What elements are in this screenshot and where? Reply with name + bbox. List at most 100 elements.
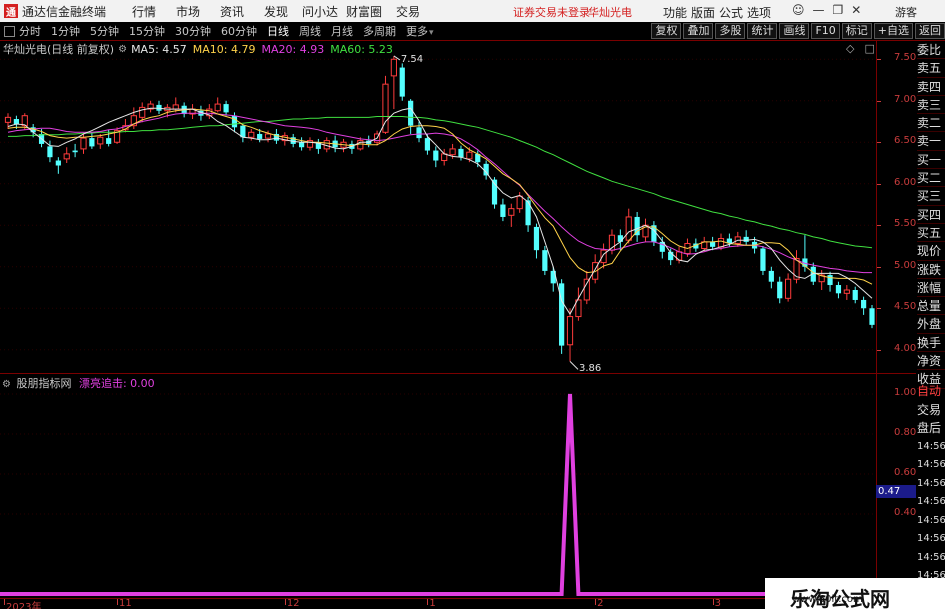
menu-item-ask[interactable]: 问小达 [298, 3, 342, 20]
candlestick-chart[interactable] [0, 41, 876, 373]
period-tab[interactable]: 日线 [267, 23, 289, 39]
user-icon[interactable]: ☺ [792, 3, 805, 17]
candle-body-up [248, 131, 255, 138]
price-tick-mark [877, 308, 881, 310]
menu-item-formula[interactable]: 公式 [718, 4, 744, 21]
trade-label[interactable]: 自动 [917, 382, 945, 401]
period-tab[interactable]: 5分钟 [90, 23, 119, 39]
price-tick-mark [877, 349, 881, 351]
date-tick: 2 [597, 598, 604, 609]
period-tab[interactable]: 月线 [331, 23, 353, 39]
menu-item-wealth[interactable]: 财富圈 [342, 3, 386, 20]
quote-field-label[interactable]: 卖五 [917, 59, 945, 78]
candle-body-down [408, 100, 414, 126]
period-tab[interactable]: 30分钟 [175, 23, 211, 39]
ma60-label: MA60: 5.23 [330, 42, 393, 56]
guest-label[interactable]: 游客 [895, 4, 917, 20]
toolbar-button[interactable]: 叠加 [683, 23, 714, 39]
trade-time[interactable]: 14:56 [917, 512, 945, 531]
quote-field-label[interactable]: 买三 [917, 187, 945, 206]
date-tick: 12 [286, 598, 300, 609]
stock-period-label[interactable]: 华灿光电(日线 前复权) [3, 41, 114, 57]
indicator-chart[interactable] [0, 374, 876, 598]
menu-item-news[interactable]: 资讯 [210, 3, 254, 20]
price-tick: 5.50 [894, 218, 917, 230]
menu-item-layout[interactable]: 版面 [690, 4, 716, 21]
period-tab[interactable]: 更多 [406, 23, 434, 39]
trade-time[interactable]: 14:56 [917, 456, 945, 475]
candle-body-down [542, 250, 548, 271]
toolbar-button[interactable]: 多股 [715, 23, 746, 39]
trade-time[interactable]: 14:56 [917, 549, 945, 568]
settings-icon[interactable]: ⚙ [118, 44, 127, 55]
menu-item-market[interactable]: 市场 [166, 3, 210, 20]
trade-time[interactable]: 14:56 [917, 530, 945, 549]
quote-field-label[interactable]: 卖一 [917, 132, 945, 151]
quote-field-label[interactable]: 涨跌 [917, 261, 945, 279]
toolbar-button[interactable]: 画线 [779, 23, 810, 39]
trade-sidebar: 自动 交易 盘后 14:56 14:56 14:56 14:56 14:56 14:56 14:5… [917, 382, 945, 586]
quote-field-label[interactable]: 买五 [917, 224, 945, 243]
period-tab[interactable]: 分时 [19, 23, 41, 39]
quote-field-label[interactable]: 卖四 [917, 78, 945, 96]
candle-body-down [106, 138, 112, 144]
maximize-icon[interactable]: □ [864, 42, 874, 55]
trade-login-status[interactable]: 证券交易未登录 [513, 4, 590, 20]
quote-field-label[interactable]: 净资 [917, 352, 945, 371]
toolbar-button[interactable]: 统计 [747, 23, 778, 39]
watermark-url: www.60lt.com [792, 594, 863, 605]
candle-body-down [47, 146, 53, 158]
period-tab[interactable]: 多周期 [363, 23, 396, 39]
quote-field-label[interactable]: 委比 [917, 41, 945, 60]
menu-item-trade[interactable]: 交易 [386, 3, 430, 20]
ma60-line [8, 116, 873, 249]
quote-field-label[interactable]: 买四 [917, 206, 945, 224]
trade-label[interactable]: 交易 [917, 401, 945, 420]
candle-body-up [264, 133, 272, 139]
quote-field-label[interactable]: 外盘 [917, 315, 945, 334]
price-tick: 5.00 [894, 259, 917, 271]
quote-field-label[interactable]: 买二 [917, 169, 945, 188]
quote-field-label[interactable]: 卖二 [917, 114, 945, 133]
toolbar-button[interactable]: F10 [811, 23, 840, 39]
menu-item-function[interactable]: 功能 [662, 4, 688, 21]
candle-body-down [869, 308, 875, 325]
close-icon[interactable]: ✕ [851, 3, 861, 17]
candle-body-up [843, 289, 850, 294]
period-tab[interactable]: 周线 [299, 23, 321, 39]
minimize-icon[interactable]: — [813, 3, 825, 17]
trade-time[interactable]: 14:56 [917, 438, 945, 457]
quote-field-label[interactable]: 涨幅 [917, 279, 945, 298]
candle-body-down [231, 115, 238, 128]
indicator-name[interactable]: 股朋指标网 [16, 377, 71, 390]
period-tab[interactable]: 15分钟 [129, 23, 165, 39]
toolbar-button[interactable]: 复权 [651, 23, 682, 39]
candle-body-down [768, 270, 774, 282]
candle-body-down [777, 281, 783, 299]
quote-field-label[interactable]: 总量 [917, 297, 945, 316]
period-tab[interactable]: 60分钟 [221, 23, 257, 39]
toggle-panel-icon[interactable] [4, 25, 15, 37]
toolbar-button[interactable]: 标记 [841, 23, 872, 39]
diamond-icon[interactable]: ◇ [846, 42, 854, 55]
trade-time[interactable]: 14:56 [917, 493, 945, 512]
menu-item-options[interactable]: 选项 [746, 4, 772, 21]
period-tab[interactable]: 1分钟 [51, 23, 80, 39]
quote-field-label[interactable]: 卖三 [917, 96, 945, 115]
candle-body-down [760, 248, 766, 271]
trade-label[interactable]: 盘后 [917, 419, 945, 438]
indicator-settings-icon[interactable]: ⚙ [2, 379, 11, 390]
restore-icon[interactable]: ❐ [833, 3, 844, 17]
price-tick-mark [877, 266, 881, 268]
quote-field-label[interactable]: 买一 [917, 151, 945, 170]
menu-item-market-quote[interactable]: 行情 [122, 3, 166, 20]
menu-item-discover[interactable]: 发现 [254, 3, 298, 20]
toolbar-button[interactable]: +自选 [873, 23, 913, 39]
quote-field-label[interactable]: 现价 [917, 242, 945, 261]
quote-field-label[interactable]: 换手 [917, 334, 945, 353]
date-tick-mark [712, 599, 714, 605]
toolbar-button[interactable]: 返回 [915, 23, 945, 39]
candle-body-down [424, 138, 431, 151]
ma10-line [7, 108, 873, 285]
trade-time[interactable]: 14:56 [917, 475, 945, 494]
